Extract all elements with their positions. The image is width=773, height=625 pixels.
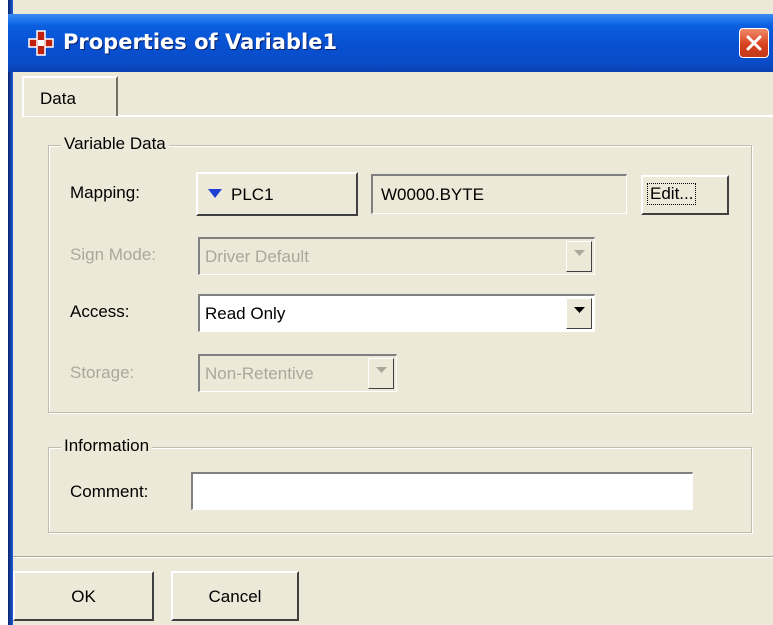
chevron-down-icon	[574, 250, 585, 256]
storage-select[interactable]: Non-Retentive	[198, 354, 397, 392]
mapping-label: Mapping:	[70, 183, 140, 202]
tab-data[interactable]: Data	[22, 76, 118, 116]
storage-value: Non-Retentive	[205, 364, 314, 383]
storage-label: Storage:	[70, 363, 135, 382]
information-legend: Information	[61, 436, 153, 456]
tab-page-edge	[22, 115, 773, 117]
ok-button[interactable]: OK	[13, 571, 154, 621]
triangle-down-icon	[208, 189, 222, 198]
mapping-address-value: W0000.BYTE	[381, 185, 484, 204]
edit-button-label: Edit...	[646, 183, 697, 205]
chevron-down-icon	[376, 367, 387, 373]
variable-properties-icon	[28, 30, 54, 56]
comment-field[interactable]	[191, 472, 693, 510]
sign-mode-label: Sign Mode:	[70, 245, 156, 264]
edit-button[interactable]: Edit...	[641, 175, 729, 215]
comment-label: Comment:	[70, 482, 149, 501]
plc-device-button[interactable]: PLC1	[196, 172, 358, 216]
cancel-button-label: Cancel	[208, 587, 262, 606]
cancel-button[interactable]: Cancel	[171, 571, 299, 621]
access-label: Access:	[70, 302, 130, 321]
chevron-down-icon	[574, 307, 585, 313]
sign-mode-value: Driver Default	[205, 247, 309, 266]
footer-separator-highlight	[13, 557, 773, 558]
storage-dropdown-button[interactable]	[368, 358, 394, 389]
access-select[interactable]: Read Only	[198, 294, 595, 332]
window-title: Properties of Variable1	[63, 30, 338, 54]
access-dropdown-button[interactable]	[566, 298, 592, 329]
sign-mode-dropdown-button[interactable]	[566, 241, 592, 272]
access-value: Read Only	[205, 304, 286, 323]
mapping-address-field: W0000.BYTE	[371, 174, 627, 214]
tab-data-label: Data	[40, 89, 76, 108]
ok-button-label: OK	[71, 587, 96, 606]
sign-mode-select[interactable]: Driver Default	[198, 237, 595, 275]
variable-data-legend: Variable Data	[61, 134, 169, 154]
window-left-border	[8, 0, 13, 625]
close-icon	[746, 35, 762, 51]
plc-device-label: PLC1	[231, 185, 274, 204]
close-button[interactable]	[739, 28, 769, 58]
